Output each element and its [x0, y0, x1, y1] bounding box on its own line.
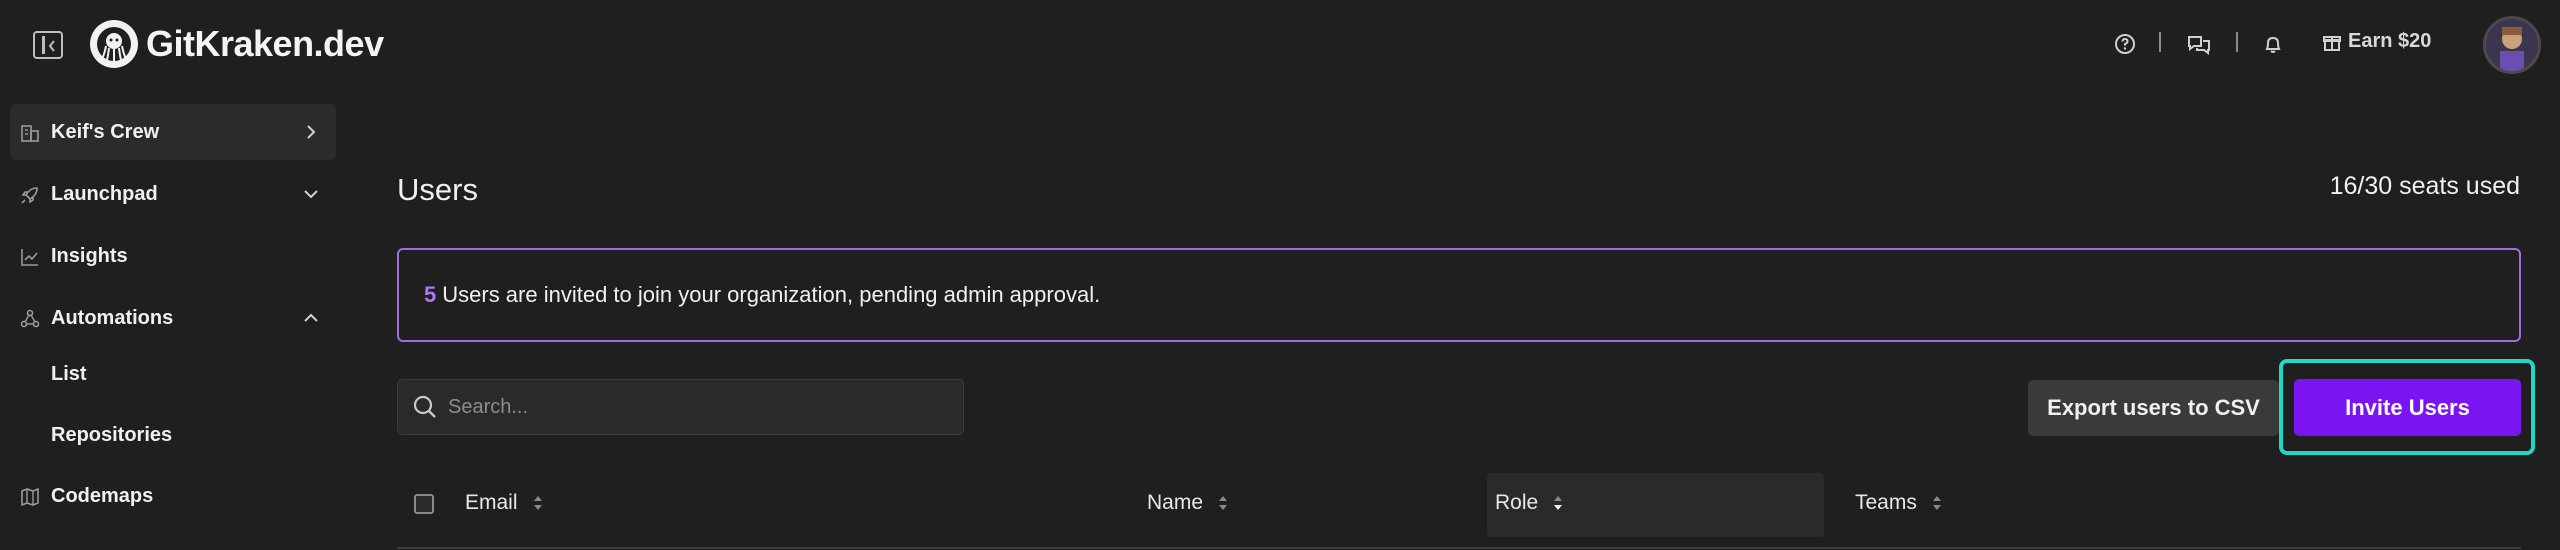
kraken-logo-icon [90, 20, 138, 68]
pending-count: 5 [424, 282, 437, 307]
sidebar-item-codemaps[interactable]: Codemaps [10, 468, 336, 524]
sidebar-item-launchpad[interactable]: Launchpad [10, 166, 336, 222]
users-table-header: Email Name Role Teams [397, 471, 2521, 549]
sort-icon [1932, 496, 1941, 510]
column-label: Email [465, 491, 518, 514]
column-label: Teams [1855, 491, 1917, 514]
earn-label: Earn $20 [2348, 30, 2432, 52]
chevron-down-icon [304, 190, 318, 199]
sidebar-subitem-repositories[interactable]: Repositories [51, 424, 172, 447]
page-title: Users [397, 172, 478, 207]
column-header-name[interactable]: Name [1147, 491, 1229, 515]
sidebar-item-label: Codemaps [51, 484, 154, 507]
sidebar-item-label: Launchpad [51, 182, 158, 205]
sidebar-item-keifs-crew[interactable]: Keif's Crew [10, 104, 336, 160]
select-all-checkbox[interactable] [414, 494, 434, 514]
banner-text: Users are invited to join your organizat… [442, 282, 1101, 307]
building-icon [21, 125, 39, 142]
sort-icon [1219, 496, 1228, 510]
column-label: Name [1147, 491, 1204, 514]
search-box[interactable] [397, 379, 964, 435]
chevron-left-icon [48, 40, 55, 52]
automation-icon [20, 309, 40, 328]
earn-referral-link[interactable]: Earn $20 [2322, 30, 2431, 53]
invite-users-button[interactable]: Invite Users [2294, 379, 2521, 436]
user-avatar[interactable] [2483, 16, 2541, 74]
column-header-email[interactable]: Email [465, 491, 544, 515]
bell-icon[interactable] [2262, 33, 2284, 55]
sidebar-item-automations[interactable]: Automations [10, 290, 336, 346]
sidebar-item-insights[interactable]: Insights [10, 228, 336, 284]
chevron-right-icon [307, 125, 316, 139]
app-name: GitKraken.dev [146, 23, 384, 64]
export-csv-button[interactable]: Export users to CSV [2028, 380, 2279, 436]
search-icon [413, 395, 436, 418]
sidebar-toggle-button[interactable] [33, 31, 63, 59]
rocket-icon [21, 187, 38, 204]
gitkraken-logo[interactable]: GitKraken.dev [90, 20, 384, 68]
gift-icon [2323, 35, 2341, 51]
seats-used: 16/30 seats used [2329, 172, 2520, 200]
sidebar-item-label: Keif's Crew [51, 120, 160, 143]
chevron-up-icon [304, 313, 318, 322]
map-icon [21, 487, 39, 507]
column-label: Role [1495, 491, 1539, 514]
search-input[interactable] [448, 395, 928, 419]
sidebar-subitem-list[interactable]: List [51, 363, 87, 386]
chat-icon[interactable] [2186, 33, 2212, 55]
help-icon[interactable] [2114, 33, 2136, 55]
column-header-teams[interactable]: Teams [1855, 491, 1943, 515]
sort-active-icon [1554, 496, 1563, 510]
divider [2159, 32, 2161, 52]
divider [2236, 32, 2238, 52]
avatar-image [2486, 19, 2538, 71]
pending-invites-banner: 5 Users are invited to join your organiz… [397, 248, 2521, 342]
top-bar: GitKraken.dev Earn $20 [0, 0, 2560, 88]
sort-icon [533, 496, 542, 510]
column-header-role[interactable]: Role [1495, 491, 1564, 515]
sidebar-item-label: Automations [51, 306, 174, 329]
sidebar-item-label: Insights [51, 244, 128, 267]
chart-icon [21, 249, 38, 266]
